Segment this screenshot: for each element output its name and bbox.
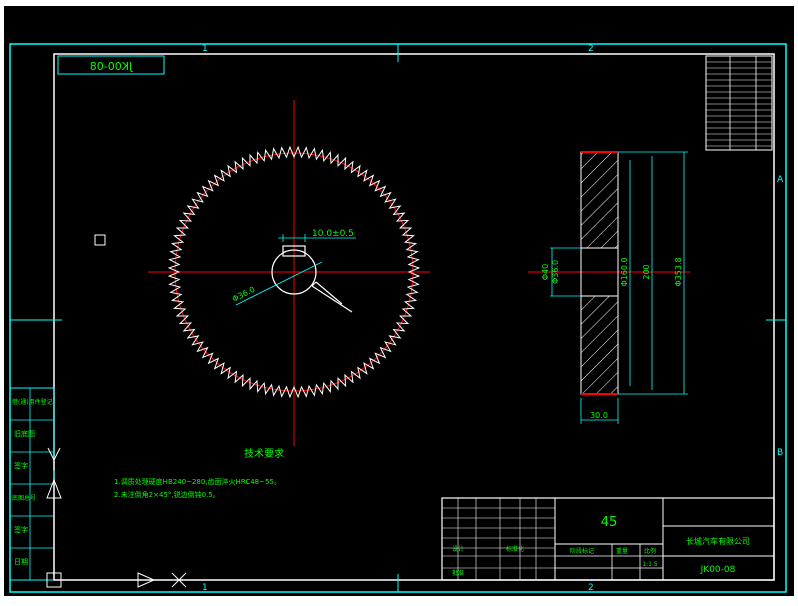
zone-label-top-1: 1 [202,44,208,54]
col-stage: 阶段标记 [570,547,594,555]
part-code-text: JK00-08 [90,60,133,73]
margin-label-4: 底图总号 [12,494,36,502]
row-check: 标准化 [506,545,524,553]
cad-drawing-canvas[interactable]: 1 2 1 2 A B JK00-08 10.0±0.5 Φ36.0 Φ40 Φ… [0,0,798,602]
key-dim-text: Φ36.0 [551,260,560,284]
zone-label-right-b: B [777,448,783,458]
tech-notes-heading: 技术要求 [244,447,284,460]
margin-label-1: 借(通)用件登记 [12,398,53,406]
col-scale: 比例 [644,547,656,555]
tech-notes-line-1: 1.调质处理硬度HB240~280,齿面淬火HRC48~55。 [114,477,281,486]
margin-label-6: 日期 [14,558,28,566]
mid-dim-text: 200 [642,264,651,279]
model-space-background [4,6,794,596]
scale-value: 1:1.5 [642,561,658,568]
margin-label-2: 旧底图 [14,429,35,438]
width-dim-text: 30.0 [590,411,608,420]
cad-viewport[interactable]: 1 2 1 2 A B JK00-08 10.0±0.5 Φ36.0 Φ40 Φ… [0,0,798,602]
zone-label-bottom-1: 1 [202,583,208,593]
section-web-upper [580,151,619,249]
margin-label-3: 签字 [14,461,28,470]
col-weight: 重量 [616,547,628,555]
row-approve: 批准 [452,569,464,577]
outer-dim-text: Φ353.8 [674,257,683,286]
row-designer: 设计 [452,545,464,553]
root-dim-text: Φ160.0 [620,257,629,286]
tech-notes-line-2: 2.未注倒角2×45°,锐边倒钝0.5。 [114,490,220,499]
zone-label-top-2: 2 [588,44,594,54]
keyway-dim-text: 10.0±0.5 [312,229,354,239]
margin-label-5: 签字 [14,525,28,534]
hub-dim-text: Φ40 [541,264,550,280]
zone-label-bottom-2: 2 [588,583,594,593]
zone-label-right-a: A [777,175,784,185]
drawing-number: JK00-08 [700,565,736,575]
material-text: 45 [601,515,618,530]
section-web-lower [580,295,619,395]
company-name: 长城汽车有限公司 [686,536,750,546]
